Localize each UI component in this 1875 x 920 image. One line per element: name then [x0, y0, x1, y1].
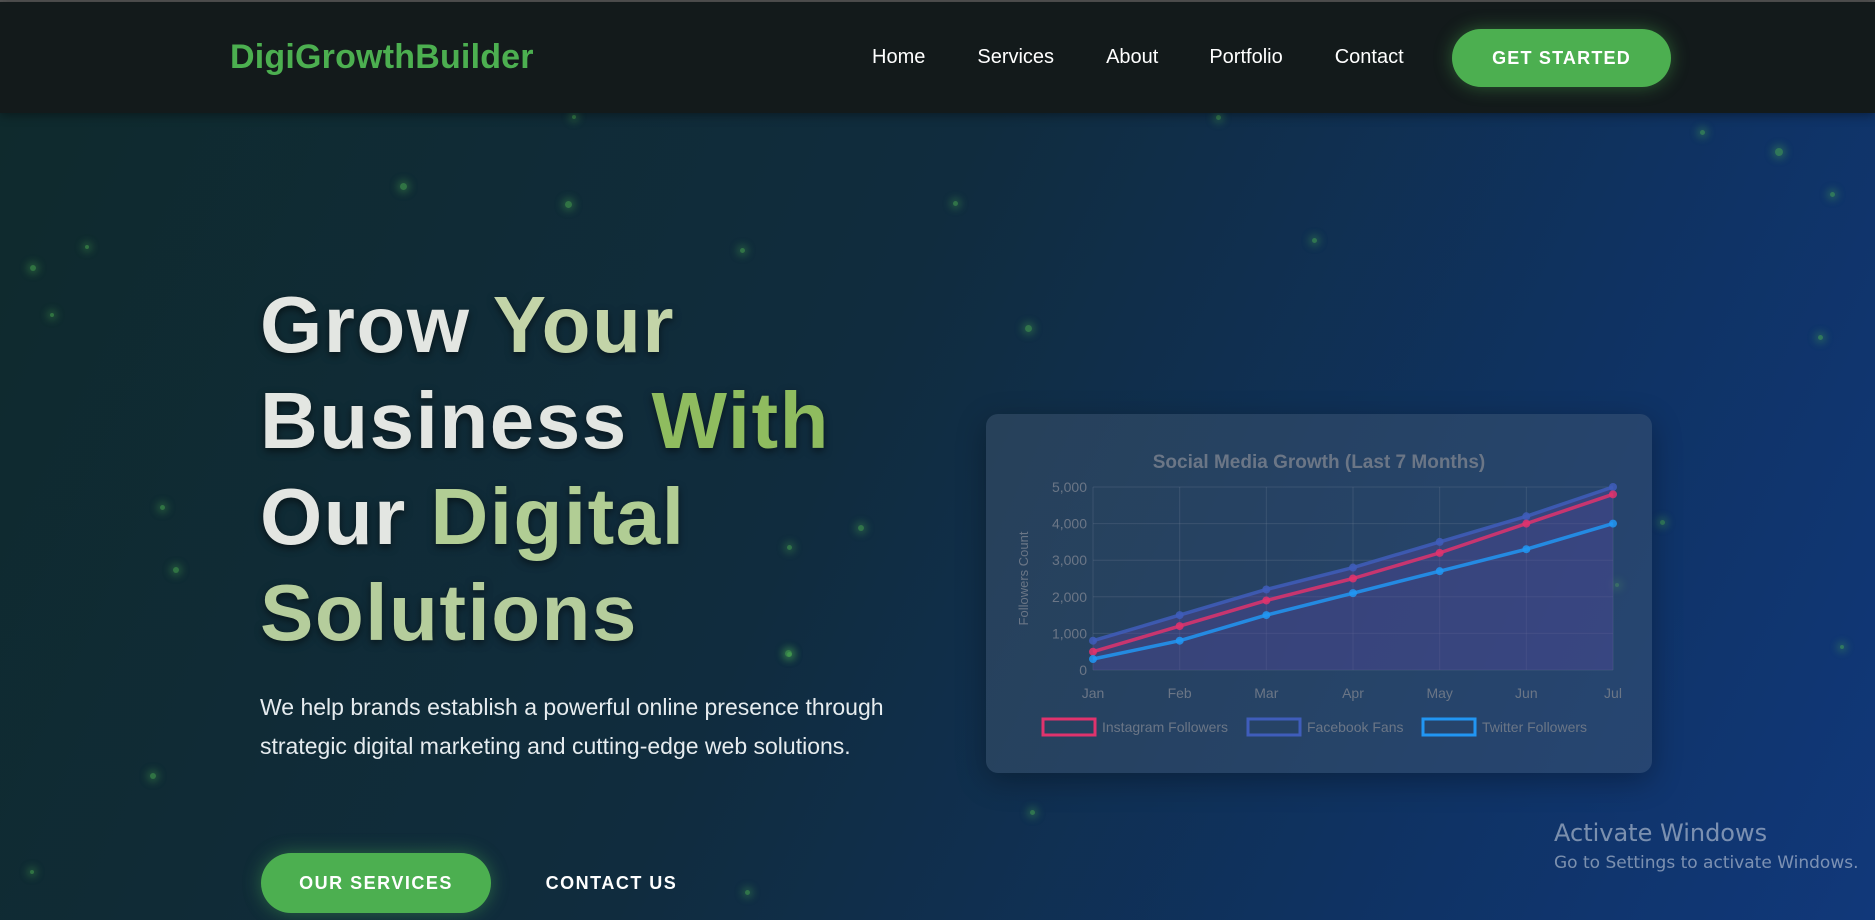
- chart-y-tick-label: 0: [1079, 662, 1087, 678]
- particle: [565, 201, 572, 208]
- hero-description: We help brands establish a powerful onli…: [260, 694, 884, 759]
- chart-data-point: [1349, 563, 1357, 572]
- navbar: DigiGrowthBuilder Home Services About Po…: [0, 2, 1875, 113]
- hero-word: Digital: [430, 472, 686, 561]
- chart-data-point: [1522, 519, 1531, 528]
- chart-y-tick-label: 2,000: [1052, 589, 1087, 605]
- our-services-button[interactable]: OUR SERVICES: [261, 853, 491, 913]
- hero-title: Grow Your Business With Our Digital Solu…: [260, 277, 940, 661]
- chart-x-tick-label: May: [1426, 685, 1452, 701]
- particle: [400, 183, 407, 190]
- hero-word: With: [651, 376, 830, 465]
- hero-title-line: Business With: [260, 373, 940, 469]
- chart-legend-label: Twitter Followers: [1482, 719, 1587, 735]
- chart-data-point: [1175, 622, 1184, 631]
- nav-services[interactable]: Services: [977, 46, 1054, 69]
- contact-us-button[interactable]: CONTACT US: [530, 853, 693, 913]
- chart-data-point: [1262, 596, 1271, 605]
- particle: [1030, 810, 1035, 815]
- particle: [1830, 192, 1835, 197]
- chart-data-point: [1435, 548, 1444, 557]
- chart-data-point: [1349, 589, 1357, 598]
- particle: [85, 245, 89, 249]
- particle: [1700, 130, 1705, 135]
- particle: [1660, 520, 1665, 525]
- get-started-button[interactable]: GET STARTED: [1452, 29, 1671, 87]
- hero-title-line: Our Digital: [260, 469, 940, 565]
- chart-legend-swatch: [1041, 717, 1097, 737]
- hero-word: Your: [492, 280, 676, 369]
- chart-data-point: [1609, 483, 1617, 491]
- chart-x-tick-label: Jul: [1604, 685, 1622, 701]
- chart-data-point: [1262, 585, 1271, 594]
- nav-portfolio[interactable]: Portfolio: [1209, 46, 1282, 69]
- particle: [150, 773, 156, 779]
- hero-word: Business: [260, 376, 628, 465]
- hero-word: Solutions: [260, 568, 638, 657]
- chart-data-point: [1609, 490, 1617, 499]
- particle: [1216, 115, 1221, 120]
- hero-word: Our: [260, 472, 407, 561]
- chart-data-point: [1522, 545, 1531, 554]
- particle: [160, 505, 165, 510]
- chart-legend-label: Instagram Followers: [1102, 719, 1228, 735]
- chart-y-tick-label: 5,000: [1052, 479, 1087, 495]
- brand-logo[interactable]: DigiGrowthBuilder: [230, 38, 534, 77]
- particle: [572, 115, 576, 119]
- chart-legend-swatch: [1246, 717, 1302, 737]
- chart-data-point: [1522, 512, 1531, 521]
- activate-windows-title: Activate Windows: [1554, 819, 1768, 847]
- chart-x-tick-label: Apr: [1342, 685, 1364, 701]
- chart-data-point: [1609, 519, 1617, 528]
- chart-x-tick-label: Jun: [1515, 685, 1538, 701]
- chart-x-tick-label: Jan: [1082, 685, 1105, 701]
- particle: [1312, 238, 1317, 243]
- social-growth-chart-card: Social Media Growth (Last 7 Months) 0 1,00…: [986, 414, 1652, 773]
- chart-data-point: [1349, 574, 1357, 583]
- hero-word: Grow: [260, 280, 471, 369]
- chart-title: Social Media Growth (Last 7 Months): [1153, 452, 1486, 473]
- chart-data-point: [1089, 647, 1097, 656]
- chart-y-tick-label: 3,000: [1052, 552, 1087, 568]
- chart-y-axis-label: Followers Count: [1016, 531, 1031, 625]
- nav-home[interactable]: Home: [872, 46, 925, 69]
- chart-x-tick-label: Mar: [1254, 685, 1278, 701]
- particle: [1840, 645, 1844, 649]
- nav-about[interactable]: About: [1106, 46, 1158, 69]
- particle: [30, 870, 34, 874]
- particle: [173, 567, 179, 573]
- chart-data-point: [1089, 636, 1097, 645]
- chart-data-point: [1175, 636, 1184, 645]
- particle: [745, 890, 750, 895]
- particle: [50, 313, 54, 317]
- chart-legend-swatch: [1421, 717, 1477, 737]
- particle: [1775, 148, 1783, 156]
- chart-data-point: [1435, 537, 1444, 546]
- chart-legend-label: Facebook Fans: [1307, 719, 1404, 735]
- particle: [30, 265, 36, 271]
- chart-data-point: [1262, 611, 1271, 620]
- nav-contact[interactable]: Contact: [1335, 46, 1404, 69]
- chart-y-tick-label: 1,000: [1052, 625, 1087, 641]
- chart-x-tick-label: Feb: [1168, 685, 1192, 701]
- particle: [1025, 325, 1032, 332]
- social-growth-chart: Social Media Growth (Last 7 Months) 0 1,00…: [1016, 452, 1622, 737]
- particle: [953, 201, 958, 206]
- hero-title-line: Solutions: [260, 565, 940, 661]
- activate-windows-subtitle: Go to Settings to activate Windows.: [1554, 853, 1859, 873]
- particle: [1818, 335, 1823, 340]
- particle: [740, 248, 745, 253]
- chart-data-point: [1175, 611, 1184, 620]
- chart-y-tick-label: 4,000: [1052, 516, 1087, 532]
- hero-title-line: Grow Your: [260, 277, 940, 373]
- nav-links: Home Services About Portfolio Contact: [872, 46, 1456, 69]
- chart-data-point: [1435, 567, 1444, 576]
- chart-data-point: [1089, 655, 1097, 664]
